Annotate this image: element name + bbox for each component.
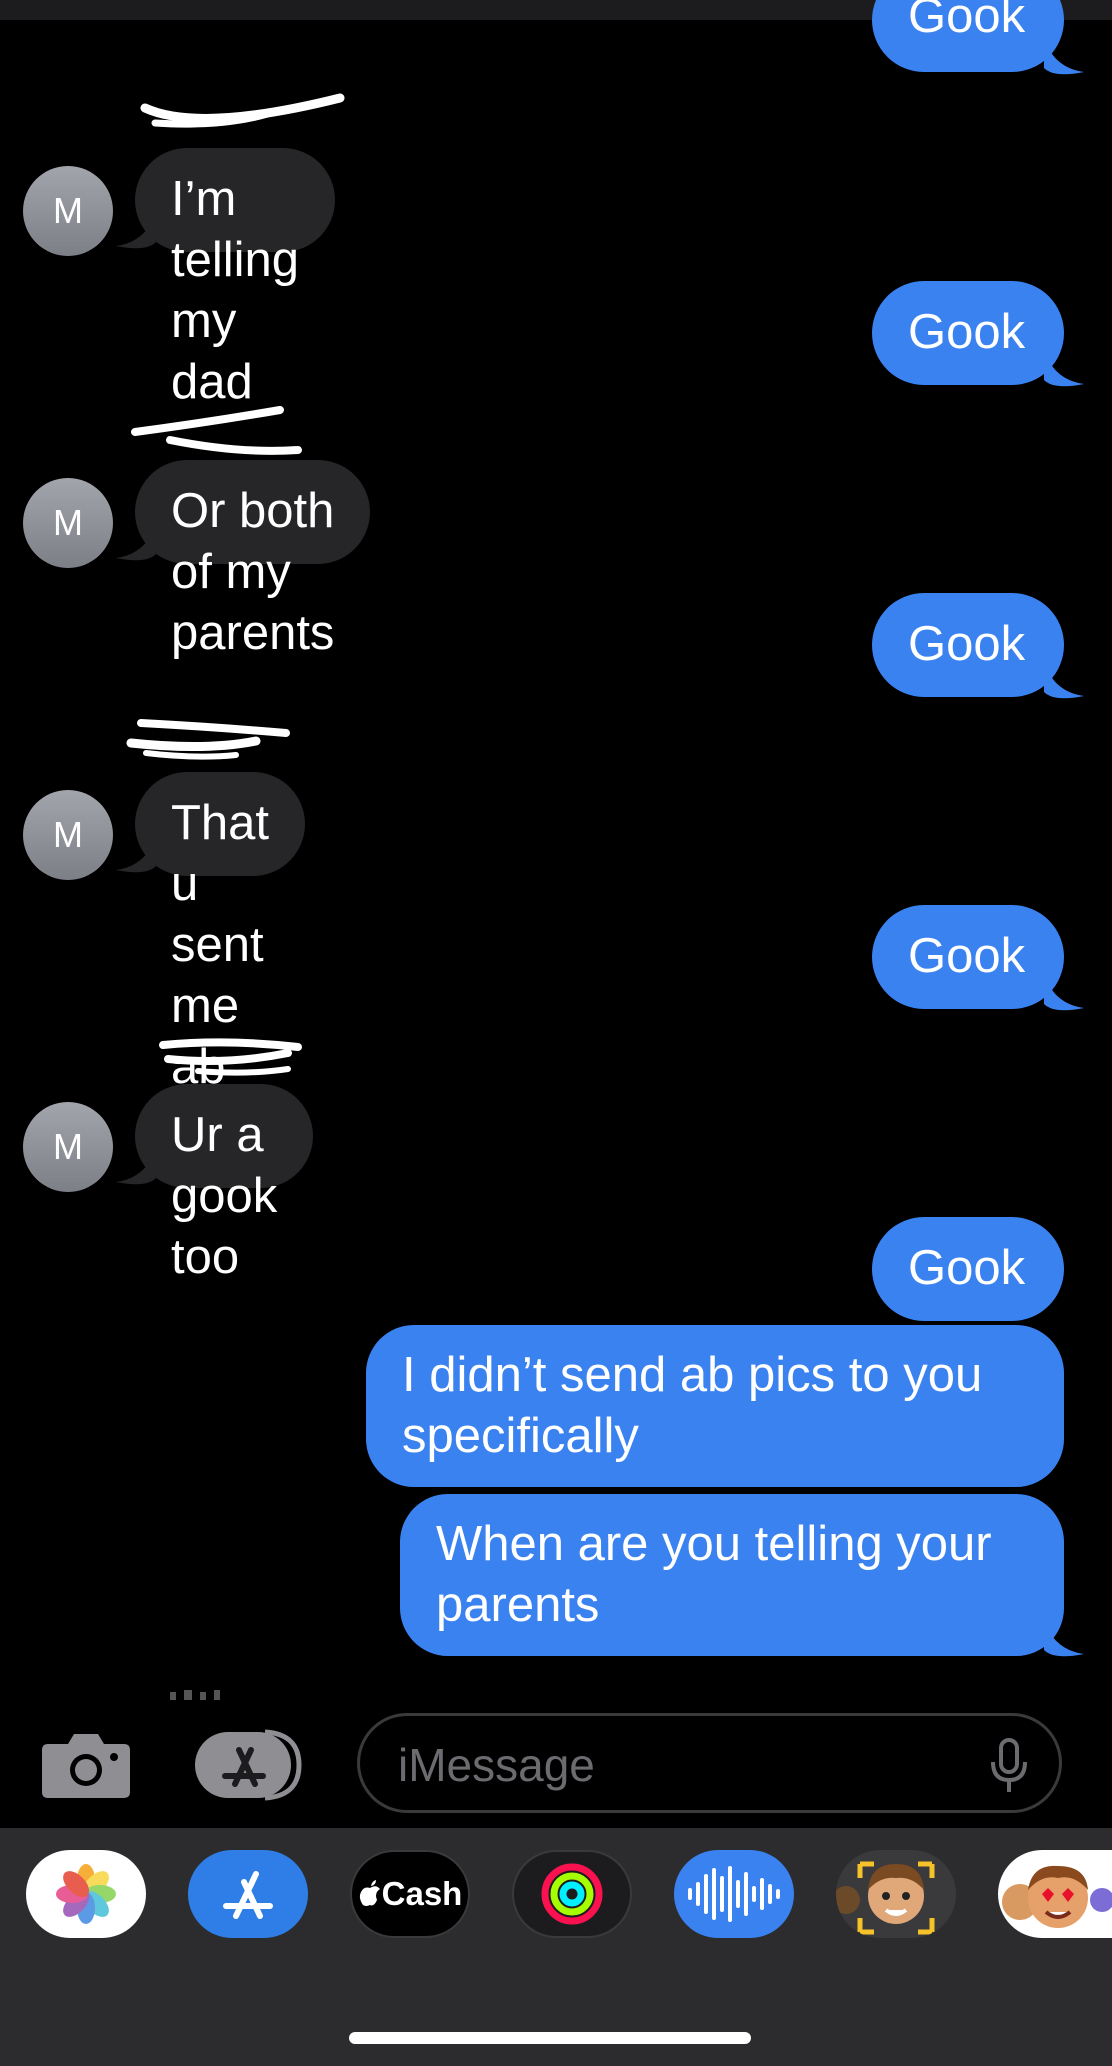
photos-flower xyxy=(56,1864,116,1924)
avatar-initial: M xyxy=(53,502,83,543)
contact-avatar[interactable]: M xyxy=(23,1102,113,1192)
message-bubble[interactable]: When are you telling your parents xyxy=(400,1494,1064,1656)
photos-icon[interactable] xyxy=(26,1850,146,1938)
bubble-tail xyxy=(1044,662,1084,699)
message-bubble[interactable]: Gook xyxy=(872,593,1064,697)
avatar-initial: M xyxy=(53,1126,83,1167)
sender-name-fragment xyxy=(170,1690,220,1700)
redacted-sender-name xyxy=(126,719,290,760)
avatar-initial: M xyxy=(53,190,83,231)
redacted-sender-name xyxy=(131,406,302,455)
bubble-tail xyxy=(1044,350,1084,387)
imessage-input[interactable] xyxy=(396,1734,960,1796)
cash-label: Cash xyxy=(381,1875,463,1912)
contact-avatar[interactable]: M xyxy=(23,478,113,568)
bubble-tail xyxy=(1044,974,1084,1011)
contact-avatar[interactable]: M xyxy=(23,790,113,880)
audio-message-icon[interactable] xyxy=(674,1850,794,1938)
fitness-rings-icon[interactable] xyxy=(512,1850,632,1938)
message-bubble[interactable]: Ur a gook too xyxy=(135,1084,314,1284)
message-bubble[interactable]: Gook xyxy=(872,905,1064,1009)
microphone-icon[interactable] xyxy=(989,1738,1029,1794)
message-bubble[interactable]: I’m telling my dad xyxy=(135,148,336,409)
animoji-faces xyxy=(1002,1865,1112,1928)
redacted-sender-name xyxy=(140,93,345,128)
apple-cash-icon[interactable]: Cash xyxy=(350,1850,470,1938)
conversation-transcript[interactable]: Gook M I’m telling my dad Gook M Or both… xyxy=(0,0,1112,1700)
contact-avatar[interactable]: M xyxy=(23,166,113,256)
message-bubble[interactable]: Gook xyxy=(872,0,1064,72)
message-bubble[interactable]: That u sent me ab pics xyxy=(135,772,306,1155)
message-bubble[interactable]: Or both of my parents xyxy=(135,460,371,660)
activity-rings xyxy=(541,1863,603,1925)
app-store-button[interactable] xyxy=(195,1728,307,1802)
memoji-sticker-icon[interactable] xyxy=(836,1850,956,1938)
message-bubble[interactable]: I didn’t send ab pics to you specificall… xyxy=(366,1325,1064,1487)
bubble-tail xyxy=(1044,1620,1084,1657)
camera-icon[interactable] xyxy=(40,1730,132,1800)
app-drawer: Cash xyxy=(0,1828,1112,2066)
message-input-field[interactable] xyxy=(357,1713,1062,1813)
bubble-tail xyxy=(1044,38,1084,75)
message-bubble[interactable]: Gook xyxy=(872,1217,1064,1321)
redacted-sender-name xyxy=(159,1038,302,1076)
app-store-glyph xyxy=(223,1871,273,1919)
home-indicator[interactable] xyxy=(349,2032,751,2044)
avatar-initial: M xyxy=(53,814,83,855)
compose-bar xyxy=(0,1700,1112,1828)
message-bubble[interactable]: Gook xyxy=(872,281,1064,385)
apple-logo-icon xyxy=(359,1880,380,1906)
memoji-face xyxy=(836,1861,935,1935)
app-store-icon[interactable] xyxy=(188,1850,308,1938)
waveform-icon xyxy=(688,1866,780,1922)
animoji-icon[interactable] xyxy=(998,1850,1112,1938)
